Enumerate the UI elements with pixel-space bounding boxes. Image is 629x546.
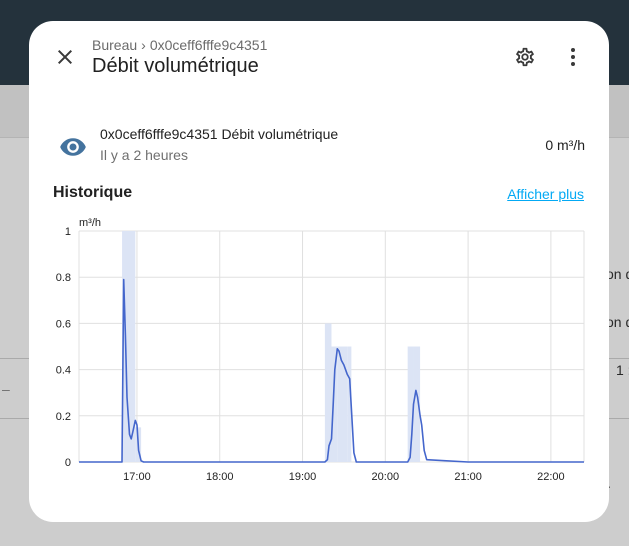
x-tick-label: 21:00 bbox=[454, 471, 482, 483]
y-tick-label: 0 bbox=[65, 457, 71, 469]
x-tick-label: 19:00 bbox=[289, 471, 317, 483]
x-tick-label: 20:00 bbox=[372, 471, 400, 483]
x-tick-label: 17:00 bbox=[123, 471, 151, 483]
y-tick-label: 0.4 bbox=[56, 365, 71, 377]
y-axis-label: m³/h bbox=[79, 217, 101, 229]
y-tick-label: 0.2 bbox=[56, 411, 71, 423]
minmax-band bbox=[331, 346, 338, 462]
x-tick-label: 22:00 bbox=[537, 471, 565, 483]
x-tick-label: 18:00 bbox=[206, 471, 234, 483]
more-info-dialog: Bureau › 0x0ceff6fffe9c4351 Débit volumétr… bbox=[29, 21, 609, 522]
history-chart[interactable]: m³/h 0 0.2 0.4 0.6 0.8 1 17:00 18:00 19:00 20:00 2… bbox=[29, 21, 609, 522]
y-tick-label: 1 bbox=[65, 226, 71, 238]
y-tick-label: 0.6 bbox=[56, 318, 71, 330]
minmax-band bbox=[337, 346, 348, 462]
y-tick-label: 0.8 bbox=[56, 272, 71, 284]
